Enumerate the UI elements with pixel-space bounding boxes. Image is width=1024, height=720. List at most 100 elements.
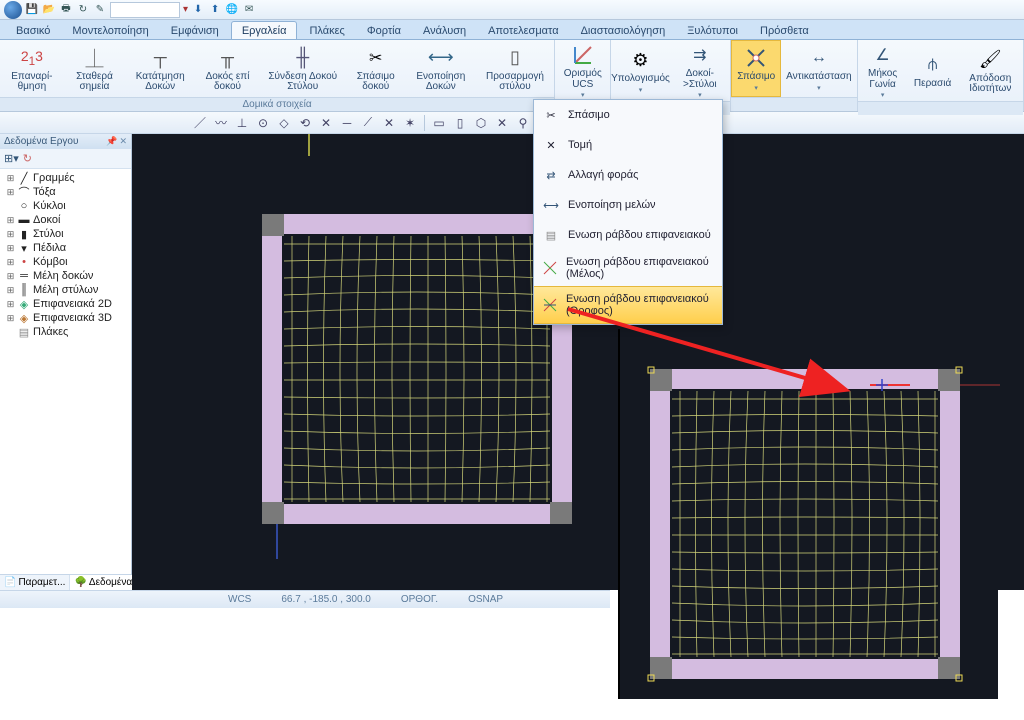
ritem-length-angle[interactable]: ∠Μήκος Γωνία <box>858 40 908 101</box>
ritem-replace[interactable]: ↔Αντικατάσταση <box>781 40 856 97</box>
doc-icon: 📄 <box>4 577 16 588</box>
ritem-break-beam[interactable]: Σπάσιμο δοκού <box>346 40 406 97</box>
tab-modeling[interactable]: Μοντελοποίηση <box>62 22 158 39</box>
dd-cut[interactable]: ✕Τομή <box>534 130 722 160</box>
tree-item-column-members[interactable]: ⊞║Μέλη στύλων <box>0 283 131 297</box>
tab-dimensioning[interactable]: Διαστασιολόγηση <box>571 22 676 39</box>
dd-join-surf[interactable]: ▤Ενωση ράβδου επιφανειακού <box>534 220 722 250</box>
tool-cross-icon[interactable]: ✕ <box>493 114 511 132</box>
ritem-fixed-points[interactable]: ⏊Σταθερά σημεία <box>64 40 125 97</box>
node-icon: • <box>18 256 30 268</box>
pin-icon[interactable]: 📌 <box>106 136 117 147</box>
ritem-ucs[interactable]: Ορισμός UCS <box>555 40 610 101</box>
qat-open-icon[interactable]: 📂 <box>42 3 56 17</box>
ritem-beam-column[interactable]: ╫Σύνδεση Δοκού Στύλου <box>260 40 346 97</box>
ritem-convert[interactable]: ⇉Δοκοί->Στύλοι <box>670 40 731 101</box>
tool-hex-icon[interactable]: ⬡ <box>472 114 490 132</box>
tool-intersect-icon[interactable]: ✕ <box>317 114 335 132</box>
break-dropdown: ✂Σπάσιμο ✕Τομή ⇄Αλλαγή φοράς ⟷Ενοποίηση … <box>533 99 723 325</box>
tree-item-nodes[interactable]: ⊞•Κόμβοι <box>0 255 131 269</box>
tool-rotate-icon[interactable]: ⟲ <box>296 114 314 132</box>
ritem-beam-split[interactable]: ┬Κατάτμηση Δοκών <box>125 40 195 97</box>
sidebar: Δεδομένα Εργου 📌✕ ⊞▾ ↻ ⊞╱Γραμμές ⊞⌒Τόξα … <box>0 134 132 590</box>
tree-item-footings[interactable]: ⊞▾Πέδιλα <box>0 241 131 255</box>
tool-line-icon[interactable]: ／ <box>191 114 209 132</box>
qat-mail-icon[interactable]: ✉ <box>242 3 256 17</box>
tree-item-circles[interactable]: ○Κύκλοι <box>0 199 131 213</box>
sidebar-title: Δεδομένα Εργου <box>4 136 78 147</box>
ritem-break[interactable]: Σπάσιμο <box>731 40 781 97</box>
tool-rect-icon[interactable]: ▭ <box>430 114 448 132</box>
tool-polyline-icon[interactable]: 〰 <box>212 114 230 132</box>
tab-tools[interactable]: Εργαλεία <box>231 21 298 39</box>
footing-icon: ▾ <box>18 242 30 254</box>
dd-merge[interactable]: ⟷Ενοποίηση μελών <box>534 190 722 220</box>
tool-dash-icon[interactable]: ─ <box>338 114 356 132</box>
tab-slabs[interactable]: Πλάκες <box>299 22 354 39</box>
arc-icon: ⌒ <box>18 186 30 198</box>
surf2d-icon: ◈ <box>18 298 30 310</box>
close-icon[interactable]: ✕ <box>119 136 127 147</box>
tree-item-lines[interactable]: ⊞╱Γραμμές <box>0 171 131 185</box>
dd-join-surf-member[interactable]: Ενωση ράβδου επιφανειακού (Μέλος) <box>534 250 722 286</box>
ritem-align[interactable]: ⫛Περασιά <box>908 40 958 101</box>
tab-basic[interactable]: Βασικό <box>6 22 60 39</box>
tree-item-slabs[interactable]: ▤Πλάκες <box>0 325 131 339</box>
tab-formwork[interactable]: Ξυλότυποι <box>677 22 748 39</box>
surf3d-icon: ◈ <box>18 312 30 324</box>
tab-loads[interactable]: Φορτία <box>357 22 411 39</box>
tab-analysis[interactable]: Ανάλυση <box>413 22 476 39</box>
qat-up-icon[interactable]: ⬆ <box>208 3 222 17</box>
dd-break[interactable]: ✂Σπάσιμο <box>534 100 722 130</box>
scissors-icon <box>363 45 389 71</box>
ritem-props[interactable]: 🖌Απόδοση Ιδιοτήτων <box>958 40 1023 101</box>
qat-save-icon[interactable]: 💾 <box>25 3 39 17</box>
ritem-calc[interactable]: ⚙Υπολογισμός <box>611 40 669 101</box>
qat-settings-icon[interactable]: ✎ <box>93 3 107 17</box>
ribbon-tab-strip: Βασικό Μοντελοποίηση Εμφάνιση Εργαλεία Π… <box>0 20 1024 40</box>
structural-mesh <box>262 214 572 524</box>
status-wcs: WCS <box>228 594 251 605</box>
inset-viewport[interactable] <box>618 329 998 699</box>
rgroup-structural: Δομικά στοιχεία <box>0 97 554 111</box>
dropdown-icon[interactable]: ▾ <box>183 4 188 15</box>
tab-addons[interactable]: Πρόσθετα <box>750 22 819 39</box>
surf-level-icon <box>542 296 558 314</box>
tool-diamond-icon[interactable]: ◇ <box>275 114 293 132</box>
qat-down-icon[interactable]: ⬇ <box>191 3 205 17</box>
tree-item-arcs[interactable]: ⊞⌒Τόξα <box>0 185 131 199</box>
project-tree: ⊞╱Γραμμές ⊞⌒Τόξα ○Κύκλοι ⊞▬Δοκοί ⊞▮Στύλο… <box>0 169 131 574</box>
tree-item-beam-members[interactable]: ⊞═Μέλη δοκών <box>0 269 131 283</box>
tool-explode-icon[interactable]: ✶ <box>401 114 419 132</box>
qat-refresh-icon[interactable]: ↻ <box>76 3 90 17</box>
sidebar-tabs: 📄Παραμετ... 🌳Δεδομένα... <box>0 574 131 590</box>
tree-item-beams[interactable]: ⊞▬Δοκοί <box>0 213 131 227</box>
status-osnap[interactable]: OSNAP <box>468 594 503 605</box>
tab-view[interactable]: Εμφάνιση <box>161 22 229 39</box>
qat-print-icon[interactable]: 🖶 <box>59 3 73 17</box>
ritem-beam-on-beam[interactable]: ╥Δοκός επί δοκού <box>195 40 260 97</box>
tree-icon[interactable]: ⊞▾ <box>4 152 19 165</box>
refresh-icon[interactable]: ↻ <box>23 152 32 165</box>
sidebar-tab-params[interactable]: 📄Παραμετ... <box>0 575 70 590</box>
qat-globe-icon[interactable]: 🌐 <box>225 3 239 17</box>
app-icon[interactable] <box>4 1 22 19</box>
beam-icon: ▬ <box>18 214 30 226</box>
tool-snap-icon[interactable]: ✕ <box>380 114 398 132</box>
tool-rect2-icon[interactable]: ▯ <box>451 114 469 132</box>
tool-ext-icon[interactable]: ⟋ <box>359 114 377 132</box>
dd-join-surf-level[interactable]: Ενωση ράβδου επιφανειακού (Οροφος) <box>534 286 722 324</box>
tab-results[interactable]: Αποτελεσματα <box>478 22 568 39</box>
ritem-renumber[interactable]: 213Επαναρί- θμηση <box>0 40 64 97</box>
tree-item-columns[interactable]: ⊞▮Στύλοι <box>0 227 131 241</box>
tool-magnet-icon[interactable]: ⚲ <box>514 114 532 132</box>
tool-perp-icon[interactable]: ⊥ <box>233 114 251 132</box>
dd-reverse[interactable]: ⇄Αλλαγή φοράς <box>534 160 722 190</box>
ritem-adjust-column[interactable]: ▯Προσαρμογή στύλου <box>476 40 554 97</box>
ritem-merge-beams[interactable]: ⟷Ενοποίηση Δοκών <box>406 40 476 97</box>
status-ortho[interactable]: ΟΡΘΟΓ. <box>401 594 438 605</box>
tool-center-icon[interactable]: ⊙ <box>254 114 272 132</box>
search-input[interactable] <box>110 2 180 18</box>
tree-item-surf3d[interactable]: ⊞◈Επιφανειακά 3D <box>0 311 131 325</box>
tree-item-surf2d[interactable]: ⊞◈Επιφανειακά 2D <box>0 297 131 311</box>
